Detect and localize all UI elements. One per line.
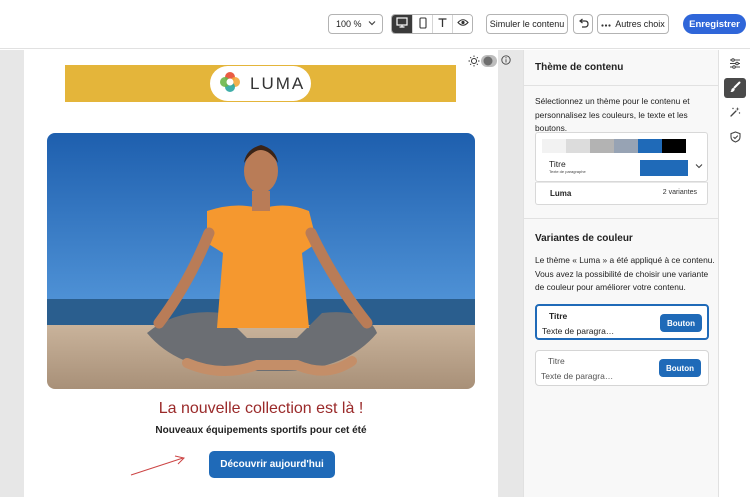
- variant-button-preview: Bouton: [659, 359, 701, 377]
- swatch: [566, 139, 590, 153]
- more-options-label: Autres choix: [615, 19, 665, 29]
- preview-button[interactable]: [452, 15, 472, 33]
- variants-description: Le thème « Luma » a été appliqué à ce co…: [535, 255, 715, 292]
- magic-icon: [729, 106, 741, 121]
- hero-image[interactable]: [47, 133, 475, 389]
- more-options-button[interactable]: Autres choix: [597, 14, 669, 34]
- side-icon-rail: [719, 50, 750, 497]
- settings-rail-button[interactable]: [724, 55, 746, 75]
- cta-button[interactable]: Découvrir aujourd'hui: [209, 451, 335, 478]
- save-label: Enregistrer: [689, 18, 740, 30]
- swatch: [638, 139, 662, 153]
- mobile-icon: [418, 16, 427, 32]
- mobile-view-button[interactable]: [412, 15, 432, 33]
- luma-logo: LUMA: [210, 66, 311, 101]
- variant-button-label: Bouton: [667, 318, 695, 328]
- panel-description: Sélectionnez un thème pour le contenu et…: [535, 96, 690, 133]
- accessibility-rail-button[interactable]: [724, 128, 746, 148]
- variant-button-preview: Bouton: [660, 314, 702, 332]
- email-subheadline[interactable]: Nouveaux équipements sportifs pour cet é…: [24, 425, 498, 436]
- theme-swatches: [542, 139, 686, 153]
- variant-title: Titre: [549, 311, 568, 321]
- info-icon[interactable]: [501, 55, 511, 68]
- panel-separator: [524, 85, 718, 86]
- brush-icon: [729, 81, 741, 96]
- panel-separator: [524, 218, 718, 219]
- theme-selector-footer[interactable]: Luma 2 variantes: [535, 182, 708, 205]
- arrow-annotation-icon: [130, 455, 185, 476]
- luma-brand-text: LUMA: [250, 73, 306, 93]
- content-theme-panel: Thème de contenu Sélectionnez un thème p…: [524, 50, 718, 497]
- variants-title: Variantes de couleur: [535, 233, 633, 244]
- theme-preview-title: Titre: [549, 159, 566, 169]
- theme-preview-button: [640, 160, 688, 176]
- text-icon: [437, 17, 448, 31]
- chevron-down-icon[interactable]: [695, 162, 703, 172]
- swatch: [662, 139, 686, 153]
- email-headline[interactable]: La nouvelle collection est là !: [24, 400, 498, 418]
- sun-icon: [468, 55, 480, 67]
- email-preview[interactable]: LUMA La nouvelle collection est là ! Nou…: [24, 50, 498, 497]
- desktop-icon: [396, 17, 408, 31]
- swatch: [590, 139, 614, 153]
- text-view-button[interactable]: [432, 15, 452, 33]
- theme-preview-text: Texte de paragraphe: [549, 169, 586, 174]
- cta-label: Découvrir aujourd'hui: [220, 459, 324, 470]
- panel-title: Thème de contenu: [535, 62, 624, 73]
- settings-sliders-icon: [729, 58, 741, 72]
- color-variant-1[interactable]: Titre Texte de paragra… Bouton: [535, 304, 709, 340]
- theme-selector-card[interactable]: Titre Texte de paragraphe: [535, 132, 708, 182]
- undo-button[interactable]: [573, 14, 593, 34]
- variant-title: Titre: [548, 356, 565, 366]
- theme-rail-button[interactable]: [724, 78, 746, 98]
- variant-text: Texte de paragra…: [542, 326, 615, 336]
- variant-button-label: Bouton: [666, 363, 694, 373]
- undo-icon: [578, 18, 589, 31]
- variant-text: Texte de paragra…: [541, 371, 614, 381]
- color-variant-2[interactable]: Titre Texte de paragra… Bouton: [535, 350, 709, 386]
- more-icon: [601, 19, 611, 29]
- swatch: [614, 139, 638, 153]
- luma-logo-icon: [218, 70, 242, 97]
- chevron-down-icon: [368, 18, 376, 30]
- simulate-content-label: Simuler le contenu: [489, 19, 565, 29]
- device-toggle-group: [391, 14, 473, 34]
- swatch: [542, 139, 566, 153]
- theme-variant-count: 2 variantes: [662, 189, 697, 196]
- zoom-select[interactable]: 100 %: [328, 14, 383, 34]
- eye-icon: [456, 18, 469, 30]
- top-toolbar: 100 % Simuler le contenu Autres choix En…: [0, 0, 750, 49]
- shield-icon: [729, 130, 741, 146]
- save-button[interactable]: Enregistrer: [683, 14, 746, 34]
- desktop-view-button[interactable]: [392, 15, 412, 33]
- theme-name: Luma: [550, 189, 572, 198]
- light-dark-toggle[interactable]: [468, 54, 498, 71]
- magic-rail-button[interactable]: [724, 103, 746, 123]
- simulate-content-button[interactable]: Simuler le contenu: [486, 14, 568, 34]
- zoom-value: 100 %: [336, 19, 362, 29]
